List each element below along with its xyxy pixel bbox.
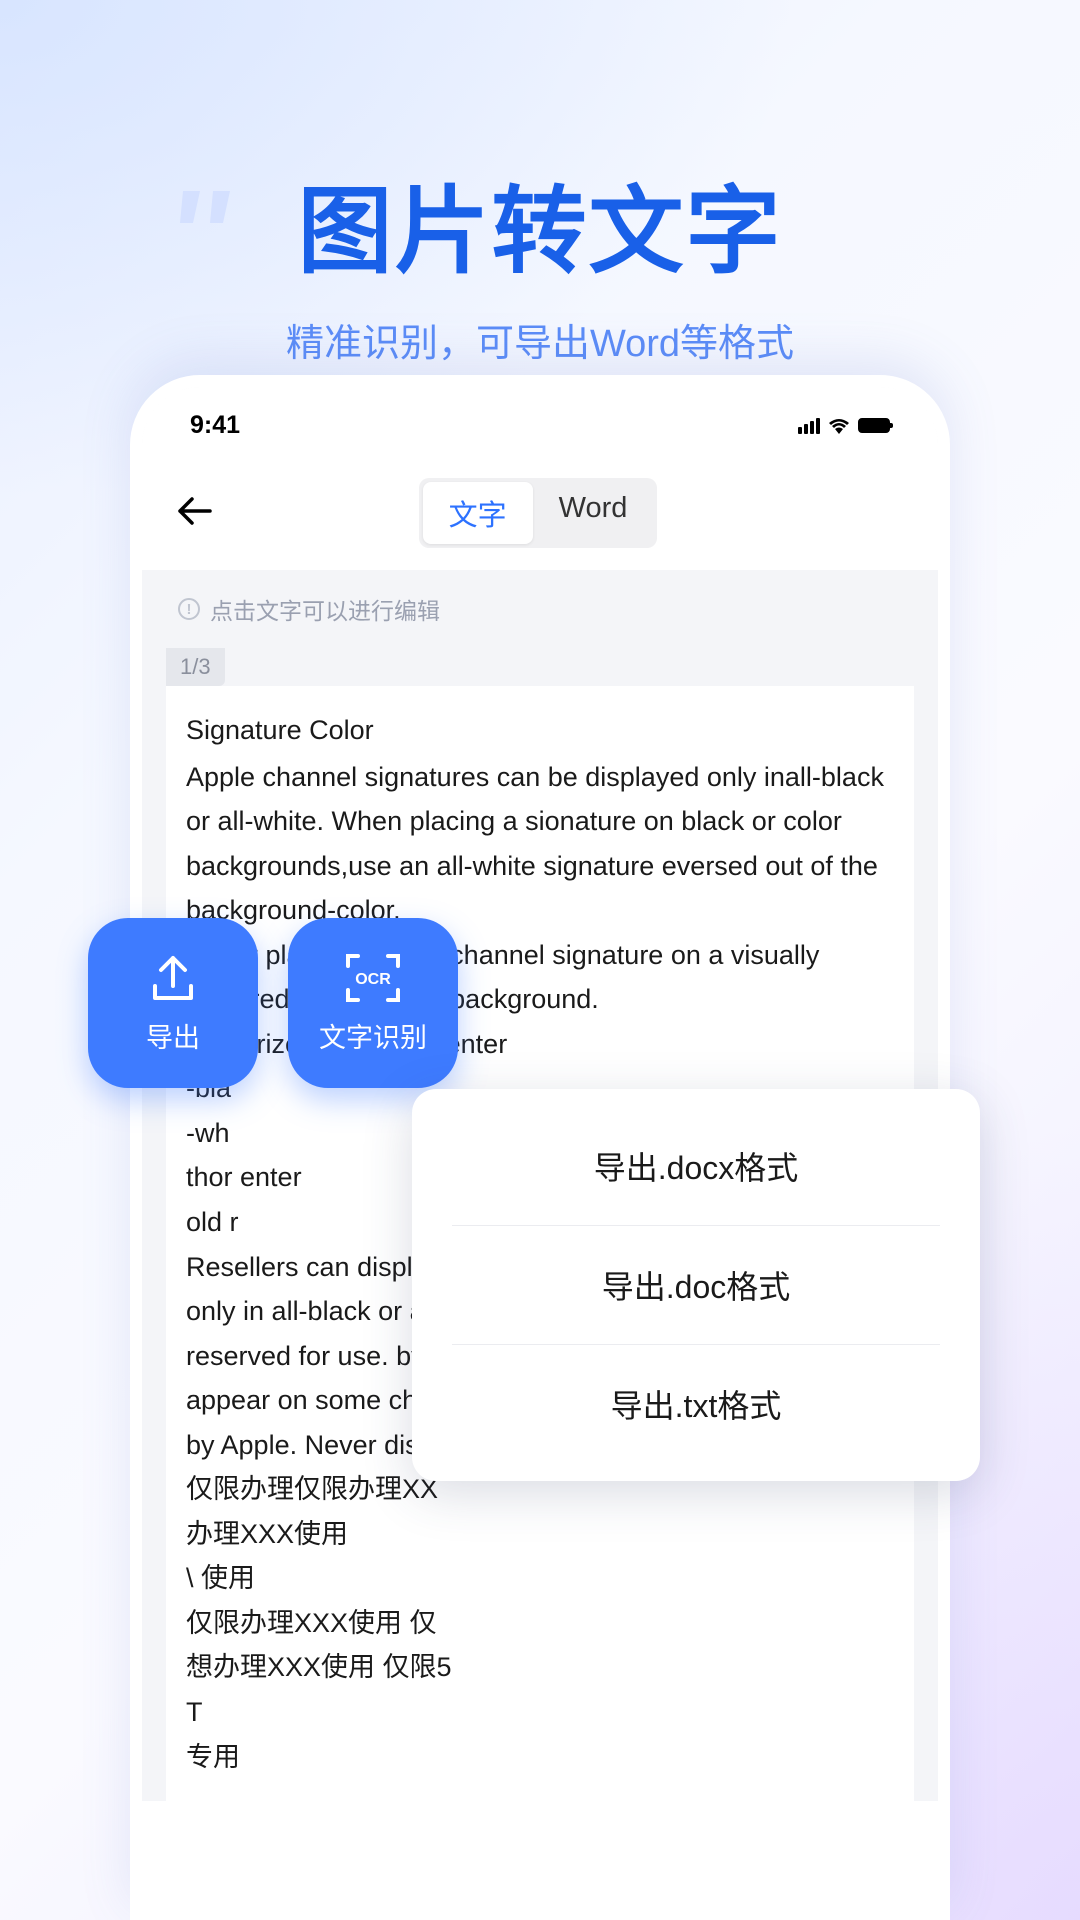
tab-text[interactable]: 文字 [423, 482, 533, 544]
tip-text: 点击文字可以进行编辑 [210, 592, 440, 626]
svg-text:OCR: OCR [355, 971, 391, 988]
quote-decoration [175, 150, 245, 277]
page-subtitle: 精准识别，可导出Word等格式 [0, 312, 1080, 367]
export-docx[interactable]: 导出.docx格式 [452, 1107, 940, 1226]
export-txt[interactable]: 导出.txt格式 [452, 1345, 940, 1463]
upload-icon [147, 952, 199, 1004]
scan-icon: OCR [344, 952, 402, 1004]
status-icons [798, 418, 890, 434]
battery-icon [858, 418, 890, 433]
document-title: Signature Color [186, 708, 894, 753]
export-format-menu: 导出.docx格式 导出.doc格式 导出.txt格式 [412, 1089, 980, 1481]
info-icon: ! [178, 598, 200, 620]
status-time: 9:41 [190, 411, 240, 440]
format-tabs: 文字 Word [419, 478, 658, 548]
signal-icon [798, 418, 820, 434]
tab-word[interactable]: Word [533, 482, 654, 544]
wifi-icon [828, 418, 850, 434]
status-bar: 9:41 [142, 387, 938, 450]
back-button[interactable] [178, 492, 212, 535]
marketing-header: 图片转文字 精准识别，可导出Word等格式 [0, 0, 1080, 367]
edit-tip-bar: ! 点击文字可以进行编辑 [142, 570, 938, 648]
nav-bar: 文字 Word [142, 450, 938, 570]
page-indicator: 1/3 [166, 648, 225, 686]
export-label: 导出 [146, 1016, 200, 1055]
ocr-button[interactable]: OCR 文字识别 [288, 918, 458, 1088]
page-title: 图片转文字 [0, 155, 1080, 292]
export-button[interactable]: 导出 [88, 918, 258, 1088]
export-doc[interactable]: 导出.doc格式 [452, 1226, 940, 1345]
ocr-label: 文字识别 [319, 1016, 427, 1055]
floating-actions: 导出 OCR 文字识别 [88, 918, 458, 1088]
